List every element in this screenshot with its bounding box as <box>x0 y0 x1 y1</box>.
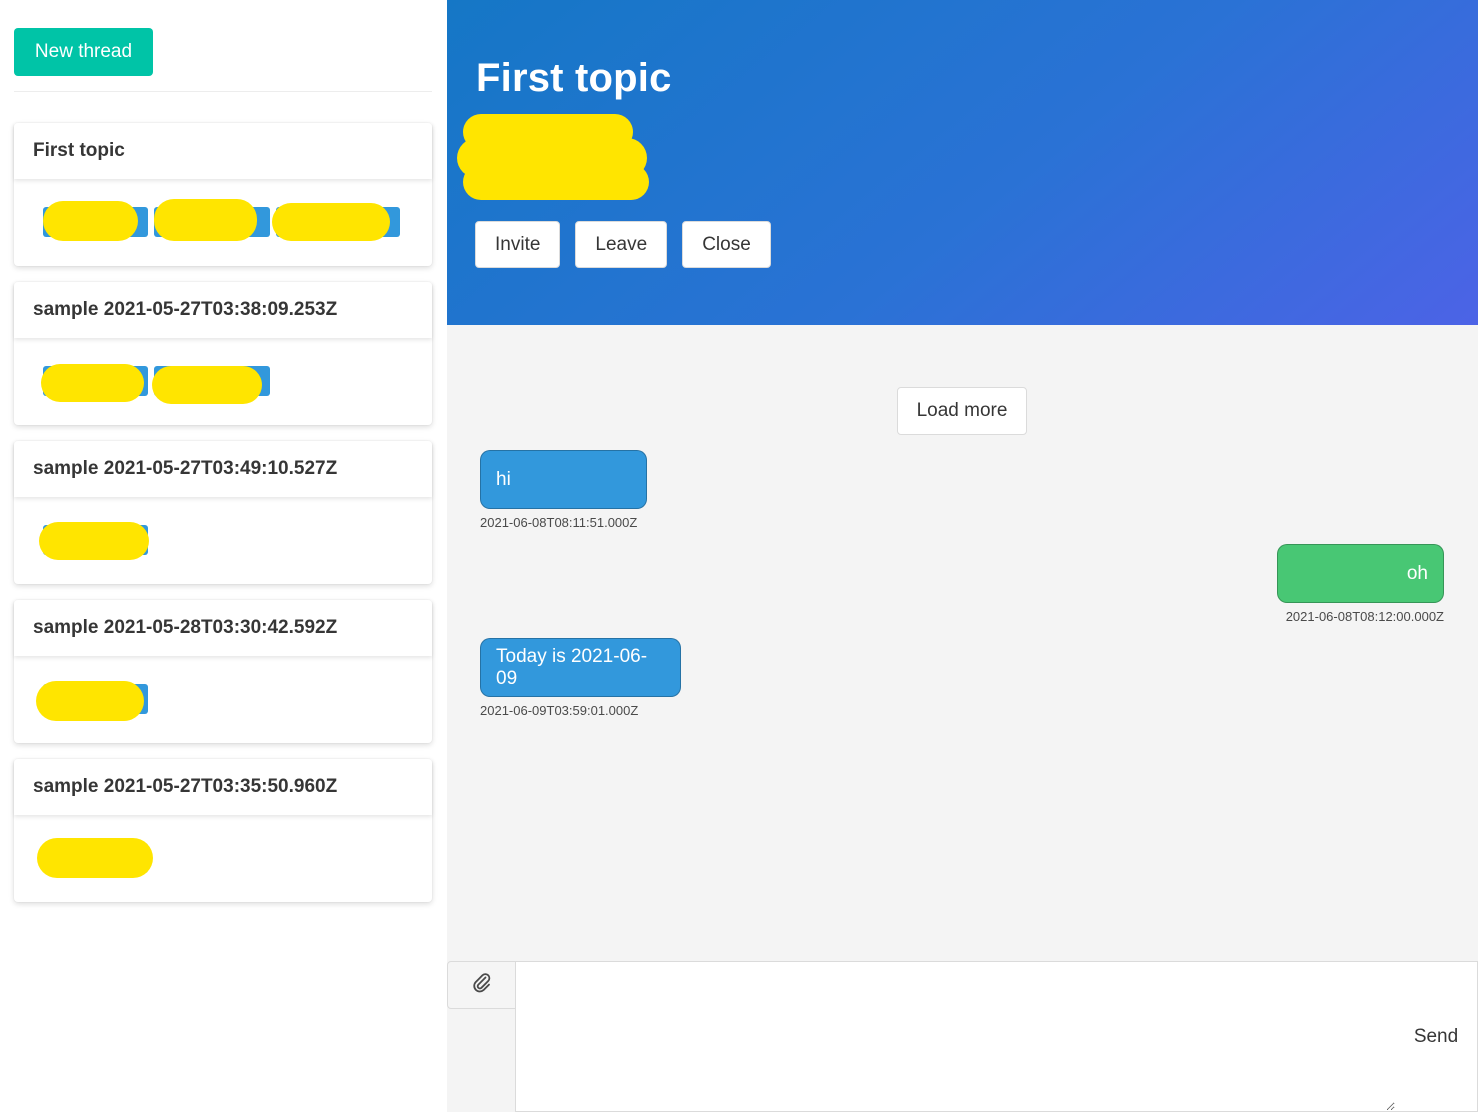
message-timestamp: 2021-06-08T08:12:00.000Z <box>1285 609 1444 624</box>
paperclip-icon <box>472 972 492 999</box>
thread-sidebar: New thread First topic sample 2021-05-27… <box>0 0 447 1112</box>
attach-button[interactable] <box>447 961 516 1009</box>
message-timestamp: 2021-06-08T08:11:51.000Z <box>480 515 638 530</box>
message-text: hi <box>496 468 511 490</box>
redaction-mark <box>43 201 138 241</box>
redaction-mark <box>36 681 144 721</box>
redaction-mark <box>152 366 262 404</box>
thread-card-title: sample 2021-05-27T03:35:50.960Z <box>14 759 432 815</box>
thread-card[interactable]: sample 2021-05-27T03:35:50.960Z <box>14 759 432 902</box>
message-item: oh 2021-06-08T08:12:00.000Z <box>1277 544 1444 624</box>
thread-card[interactable]: sample 2021-05-27T03:38:09.253Z <box>14 282 432 425</box>
thread-card-title: sample 2021-05-27T03:49:10.527Z <box>14 441 432 497</box>
thread-card-title: sample 2021-05-28T03:30:42.592Z <box>14 600 432 656</box>
chat-app: New thread First topic sample 2021-05-27… <box>0 0 1478 1112</box>
redaction-mark <box>463 164 649 200</box>
thread-members <box>14 497 432 584</box>
thread-members <box>14 179 432 266</box>
thread-members <box>14 815 432 902</box>
message-item: hi 2021-06-08T08:11:51.000Z <box>480 450 647 530</box>
thread-members <box>14 338 432 425</box>
thread-card[interactable]: sample 2021-05-28T03:30:42.592Z <box>14 600 432 743</box>
leave-button[interactable]: Leave <box>575 221 668 268</box>
page-title: First topic <box>476 56 672 100</box>
redaction-mark <box>154 199 257 241</box>
thread-card-title: sample 2021-05-27T03:38:09.253Z <box>14 282 432 338</box>
message-text: oh <box>1406 562 1428 584</box>
thread-card[interactable]: First topic <box>14 123 432 266</box>
load-more-button[interactable]: Load more <box>897 387 1027 435</box>
thread-card-title: First topic <box>14 123 432 179</box>
message-input[interactable] <box>515 961 1396 1112</box>
message-text: Today is 2021-06-09 <box>496 645 648 689</box>
chat-panel: First topic Invite Leave Close Load more… <box>447 0 1478 1112</box>
message-bubble: oh <box>1277 544 1444 603</box>
new-thread-button[interactable]: New thread <box>14 28 153 76</box>
send-button[interactable]: Send <box>1395 961 1478 1112</box>
thread-card[interactable]: sample 2021-05-27T03:49:10.527Z <box>14 441 432 584</box>
sidebar-divider <box>14 91 432 92</box>
message-item: Today is 2021-06-09 2021-06-09T03:59:01.… <box>480 638 681 718</box>
message-bubble: hi <box>480 450 647 509</box>
thread-list: First topic sample 2021-05-27T03:38:09.2… <box>14 123 432 918</box>
invite-button[interactable]: Invite <box>475 221 561 268</box>
redaction-mark <box>272 203 390 241</box>
message-timestamp: 2021-06-09T03:59:01.000Z <box>480 703 639 718</box>
message-list: Load more hi 2021-06-08T08:11:51.000Z oh… <box>447 325 1478 958</box>
redaction-mark <box>39 522 149 560</box>
close-button[interactable]: Close <box>682 221 771 268</box>
redaction-mark <box>41 364 144 402</box>
thread-header: First topic Invite Leave Close <box>447 0 1478 325</box>
message-composer: Send <box>447 961 1478 1112</box>
redaction-mark <box>37 838 153 878</box>
thread-actions: Invite Leave Close <box>475 221 771 268</box>
thread-members <box>14 656 432 743</box>
message-bubble: Today is 2021-06-09 <box>480 638 681 697</box>
